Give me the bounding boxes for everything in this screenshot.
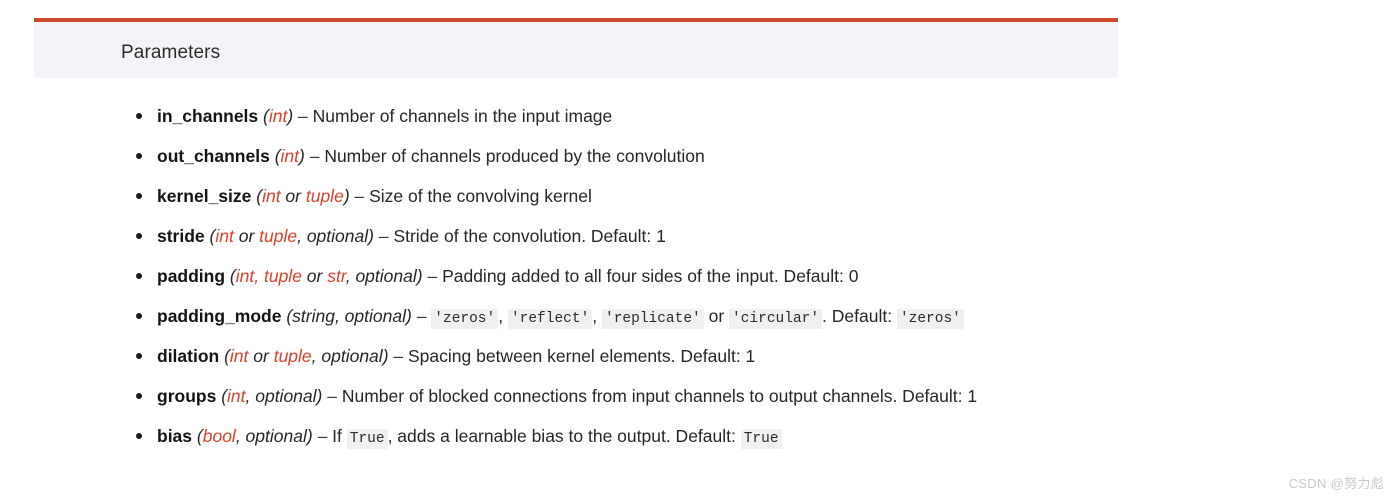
code-literal-default-zeros: 'zeros'	[896, 309, 964, 329]
param-type: int,	[235, 266, 260, 286]
param-name: padding	[157, 266, 226, 286]
param-type-optional: , optional	[345, 266, 417, 286]
bullet-icon	[136, 153, 142, 159]
list-item: groups (int, optional) – Number of block…	[0, 376, 1400, 416]
list-item: stride (int or tuple, optional) – Stride…	[0, 216, 1400, 256]
param-description-mid: , adds a learnable bias to the output. D…	[387, 426, 741, 446]
param-type-close: )	[368, 226, 374, 246]
param-type-alt: tuple	[305, 186, 344, 206]
param-type: int	[229, 346, 249, 366]
param-dash: –	[393, 346, 404, 366]
param-type-optional: , optional	[235, 426, 307, 446]
param-name: kernel_size	[157, 186, 252, 206]
param-type: int	[268, 106, 288, 126]
param-dash: –	[378, 226, 389, 246]
code-literal-zeros: 'zeros'	[431, 309, 499, 329]
bullet-icon	[136, 233, 142, 239]
code-literal-replicate: 'replicate'	[602, 309, 704, 329]
param-type-close: )	[299, 146, 305, 166]
param-type: int	[280, 146, 299, 166]
param-name: in_channels	[157, 106, 259, 126]
param-dash: –	[427, 266, 438, 286]
list-item: padding_mode (string, optional) – 'zeros…	[0, 296, 1400, 336]
param-type-close: )	[287, 106, 294, 126]
param-description: If	[332, 426, 347, 446]
param-separator: or	[703, 306, 730, 326]
param-type-close: )	[343, 186, 350, 206]
param-dash: –	[309, 146, 320, 166]
param-description: Number of channels in the input image	[312, 106, 613, 126]
param-description: Number of channels produced by the convo…	[324, 146, 705, 166]
param-type: bool	[202, 426, 236, 446]
param-type-alt: tuple	[263, 266, 302, 286]
param-separator: ,	[592, 306, 603, 326]
param-type-close: )	[405, 306, 412, 326]
bullet-icon	[136, 433, 142, 439]
param-name: stride	[157, 226, 205, 246]
param-type-alt: tuple	[259, 226, 298, 246]
bullet-icon	[136, 313, 142, 319]
bullet-icon	[136, 113, 142, 119]
list-item: bias (bool, optional) – If True, adds a …	[0, 416, 1400, 456]
param-dash: –	[298, 106, 308, 126]
param-type-optional: , optional	[311, 346, 383, 366]
param-type: int	[215, 226, 234, 246]
bullet-icon	[136, 353, 142, 359]
watermark: CSDN @努力彪	[1288, 476, 1384, 491]
param-dash: –	[416, 306, 427, 326]
param-description: Size of the convolving kernel	[369, 186, 592, 206]
code-literal-default-true: True	[740, 429, 782, 449]
param-type-close: )	[306, 426, 313, 446]
param-type-conj: or	[280, 186, 306, 206]
code-literal-circular: 'circular'	[729, 309, 823, 329]
param-description: Padding added to all four sides of the i…	[442, 266, 859, 286]
param-description: Spacing between kernel elements. Default…	[408, 346, 756, 366]
param-type-optional: , optional	[297, 226, 369, 246]
param-type: int	[262, 186, 281, 206]
param-type: string, optional	[292, 306, 406, 326]
param-type-alt2: str	[327, 266, 346, 286]
param-dash: –	[354, 186, 365, 206]
param-type-conj: or	[248, 346, 274, 366]
parameters-panel-header: Parameters	[34, 18, 1118, 78]
param-type: int	[227, 386, 246, 406]
list-item: out_channels (int) – Number of channels …	[0, 136, 1400, 176]
param-dash: –	[317, 426, 328, 446]
param-name: dilation	[157, 346, 220, 366]
list-item: dilation (int or tuple, optional) – Spac…	[0, 336, 1400, 376]
param-type-optional: , optional	[245, 386, 317, 406]
param-name: padding_mode	[157, 306, 282, 326]
param-type-close: )	[416, 266, 423, 286]
bullet-icon	[136, 273, 142, 279]
param-type-conj: or	[301, 266, 328, 286]
list-item: padding (int, tuple or str, optional) – …	[0, 256, 1400, 296]
param-type-close: )	[316, 386, 323, 406]
param-separator: ,	[498, 306, 508, 326]
parameters-list: in_channels (int) – Number of channels i…	[0, 96, 1400, 456]
bullet-icon	[136, 393, 142, 399]
param-name: out_channels	[157, 146, 270, 166]
page-title: Parameters	[121, 42, 221, 63]
code-literal-true: True	[346, 429, 388, 449]
param-name: groups	[157, 386, 217, 406]
param-name: bias	[157, 426, 193, 446]
param-dash: –	[327, 386, 337, 406]
param-description: Number of blocked connections from input…	[341, 386, 978, 406]
list-item: in_channels (int) – Number of channels i…	[0, 96, 1400, 136]
param-description: Stride of the convolution. Default: 1	[393, 226, 666, 246]
param-type-alt: tuple	[273, 346, 312, 366]
documentation-page: Parameters in_channels (int) – Number of…	[0, 0, 1400, 500]
list-item: kernel_size (int or tuple) – Size of the…	[0, 176, 1400, 216]
param-type-conj: or	[233, 226, 260, 246]
bullet-icon	[136, 193, 142, 199]
param-description: . Default:	[822, 306, 897, 326]
code-literal-reflect: 'reflect'	[507, 309, 593, 329]
param-type-close: )	[382, 346, 389, 366]
